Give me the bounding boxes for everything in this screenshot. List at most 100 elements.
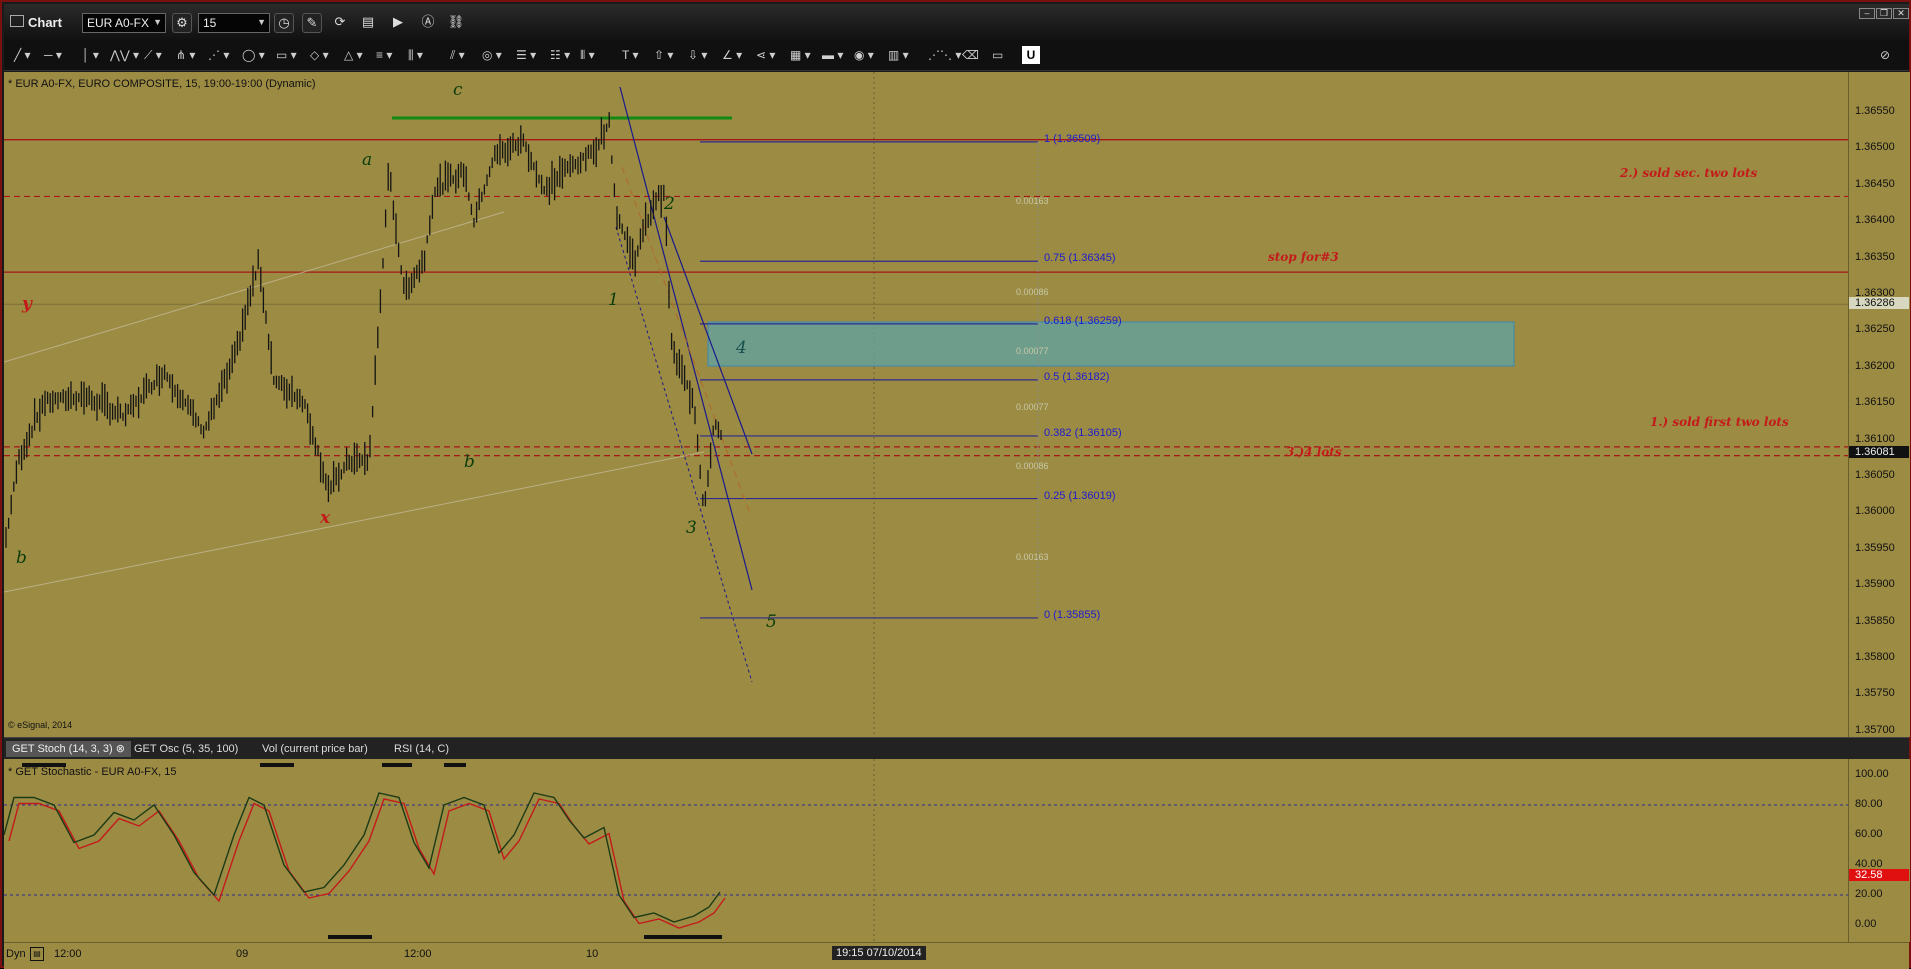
- eraser-icon[interactable]: ⌫: [962, 46, 979, 64]
- tab-vol[interactable]: Vol (current price bar): [256, 741, 374, 757]
- comment-icon[interactable]: ▭: [992, 46, 1003, 64]
- fan-tool-icon[interactable]: ⟋ ▾: [144, 46, 162, 64]
- price-axis-label: 1.36100: [1855, 432, 1895, 445]
- title-bar: Chart EUR A0-FX ▼ ⚙ 15 ▼ ◷ ✎ ⟳ ▤ ▶ Ⓐ ⛓ –…: [4, 4, 1909, 40]
- time-axis[interactable]: Dyn ▤ 12:00 09 12:00 10 19:15 07/10/2014: [4, 942, 1909, 969]
- magnet-icon[interactable]: U: [1022, 46, 1040, 64]
- price-axis-label: 1.36000: [1855, 505, 1895, 518]
- grid-tool-icon[interactable]: ▦ ▾: [790, 46, 811, 64]
- price-axis-label: 1.35950: [1855, 541, 1895, 554]
- stochastic-value-marker: 32.58: [1849, 869, 1909, 882]
- arrow-down-tool-icon[interactable]: ⇩ ▾: [688, 46, 707, 64]
- zigzag-tool-icon[interactable]: ⋀⋁ ▾: [110, 46, 139, 64]
- arrow-up-tool-icon[interactable]: ⇧ ▾: [654, 46, 673, 64]
- eye-tool-icon[interactable]: ◉ ▾: [854, 46, 874, 64]
- fib-level-label: 1 (1.36509): [1044, 132, 1101, 145]
- price-axis-label: 1.36200: [1855, 359, 1895, 372]
- interval-input[interactable]: 15 ▼: [198, 13, 270, 33]
- chevron-down-icon[interactable]: ▼: [153, 17, 162, 27]
- mob-tool-icon[interactable]: ▬ ▾: [822, 46, 843, 64]
- channel-line-upper: [4, 211, 505, 363]
- refresh-icon[interactable]: ⟳: [330, 13, 350, 33]
- stoch-d-line: [8, 798, 726, 929]
- time-label: 09: [236, 948, 249, 960]
- stochastic-axis[interactable]: 100.00 80.00 60.00 40.00 20.00 0.00 32.58: [1848, 759, 1910, 942]
- draw-pencil-icon[interactable]: ✎: [302, 13, 322, 33]
- fib-extension-tool-icon[interactable]: ☷ ▾: [550, 46, 570, 64]
- play-icon[interactable]: ▶: [388, 13, 408, 33]
- wave-label-a: a: [362, 150, 373, 170]
- triangle-tool-icon[interactable]: △ ▾: [344, 46, 363, 64]
- stochastic-chart-svg: [4, 759, 1848, 942]
- fib-time-tool-icon[interactable]: ⦀ ▾: [580, 46, 595, 64]
- chevron-down-icon[interactable]: ▼: [257, 17, 266, 27]
- angle-tool-icon[interactable]: ∠ ▾: [722, 46, 742, 64]
- tab-get-stoch[interactable]: GET Stoch (14, 3, 3) ⊗: [6, 741, 131, 757]
- symbol-settings-icon[interactable]: ⚙: [172, 13, 192, 33]
- wave-label-x: x: [320, 508, 331, 528]
- fib-level-label: 0.382 (1.36105): [1044, 426, 1122, 439]
- price-axis-label: 1.35850: [1855, 614, 1895, 627]
- price-axis-label: 1.35800: [1855, 651, 1895, 663]
- wave-count-tool-icon[interactable]: ⋰⋱ ▾: [928, 46, 961, 64]
- link-icon[interactable]: ⛓: [446, 13, 466, 33]
- close-icon[interactable]: ⊗: [116, 743, 125, 755]
- tab-get-stoch-label: GET Stoch (14, 3, 3): [12, 743, 113, 755]
- symbol-input[interactable]: EUR A0-FX ▼: [82, 13, 166, 33]
- price-axis-label: 1.36150: [1855, 396, 1895, 409]
- stoch-k-line: [4, 792, 721, 923]
- tab-get-osc[interactable]: GET Osc (5, 35, 100): [128, 741, 244, 757]
- ellipse-tool-icon[interactable]: ◯ ▾: [242, 46, 265, 64]
- vertical-line-tool-icon[interactable]: │ ▾: [82, 46, 99, 64]
- minimize-button[interactable]: –: [1859, 8, 1875, 19]
- parallel-lines-tool-icon[interactable]: ⫽ ▾: [450, 46, 465, 64]
- dyn-mode-label[interactable]: Dyn: [6, 948, 26, 960]
- drawing-toolbar: ╱ ▾ ─ ▾ │ ▾ ⋀⋁ ▾ ⟋ ▾ ⋔ ▾ ⋰ ▾ ◯ ▾ ▭ ▾ ◇ ▾…: [4, 40, 1909, 71]
- text-tool-icon[interactable]: T ▾: [622, 46, 638, 64]
- toolbar-options-icon[interactable]: ⊘: [1880, 46, 1890, 64]
- chart-header: * EUR A0-FX, EURO COMPOSITE, 15, 19:00-1…: [8, 78, 316, 90]
- copyright: © eSignal, 2014: [8, 720, 73, 730]
- last-price-marker: 1.36081: [1849, 446, 1909, 459]
- cycle-tool-icon[interactable]: ⫼ ▾: [408, 46, 423, 64]
- stochastic-chart[interactable]: * GET Stochastic - EUR A0-FX, 15: [4, 759, 1848, 942]
- template-icon[interactable]: ▤: [358, 13, 378, 33]
- stochastic-axis-label: 0.00: [1855, 918, 1877, 930]
- wave-label-b-left: b: [16, 548, 27, 568]
- time-label: 12:00: [404, 948, 432, 960]
- channel-tool-icon[interactable]: ≡ ▾: [376, 46, 392, 64]
- price-marker: 1.36286: [1849, 297, 1909, 310]
- gann-tool-icon[interactable]: ⋰ ▾: [208, 46, 229, 64]
- restore-button[interactable]: ❐: [1876, 8, 1892, 19]
- rectangle-tool-icon[interactable]: ▭ ▾: [276, 46, 297, 64]
- crosshair-time-label: 19:15 07/10/2014: [832, 946, 926, 960]
- pti-tool-icon[interactable]: ▥ ▾: [888, 46, 909, 64]
- price-axis-label: 1.36450: [1855, 177, 1895, 190]
- horizontal-line-tool-icon[interactable]: ─ ▾: [44, 46, 62, 64]
- eraser-shape-tool-icon[interactable]: ◇ ▾: [310, 46, 329, 64]
- price-axis-label: 1.36050: [1855, 469, 1895, 481]
- fib-level-label: 0.5 (1.36182): [1044, 370, 1110, 383]
- price-chart-svg: [4, 72, 1848, 737]
- stoch-header: * GET Stochastic - EUR A0-FX, 15: [8, 766, 177, 778]
- line-tool-icon[interactable]: ╱ ▾: [14, 46, 31, 64]
- wave-label-c: c: [453, 80, 463, 100]
- price-axis[interactable]: 1.36550 1.36500 1.36450 1.36400 1.36350 1.363…: [1848, 72, 1910, 737]
- speed-lines-tool-icon[interactable]: ⋖ ▾: [756, 46, 775, 64]
- wave-label-4: 4: [736, 338, 747, 358]
- stochastic-axis-label: 100.00: [1855, 768, 1889, 780]
- stochastic-axis-label: 20.00: [1855, 888, 1883, 900]
- alert-icon[interactable]: Ⓐ: [418, 13, 438, 33]
- tab-rsi[interactable]: RSI (14, C): [388, 741, 455, 757]
- dyn-toggle-icon[interactable]: ▤: [30, 947, 44, 961]
- fib-retracement-tool-icon[interactable]: ☰ ▾: [516, 46, 536, 64]
- time-label: 12:00: [54, 948, 82, 960]
- price-chart[interactable]: * EUR A0-FX, EURO COMPOSITE, 15, 19:00-1…: [4, 72, 1848, 737]
- fib-zone-rect: [707, 321, 1515, 367]
- price-axis-label: 1.36500: [1855, 141, 1895, 154]
- interval-clock-icon[interactable]: ◷: [274, 13, 294, 33]
- circle-tool-icon[interactable]: ◎ ▾: [482, 46, 502, 64]
- pitchfork-tool-icon[interactable]: ⋔ ▾: [176, 46, 195, 64]
- close-button[interactable]: ✕: [1893, 8, 1909, 19]
- note-sold-first: 1.) sold first two lots: [1650, 415, 1789, 429]
